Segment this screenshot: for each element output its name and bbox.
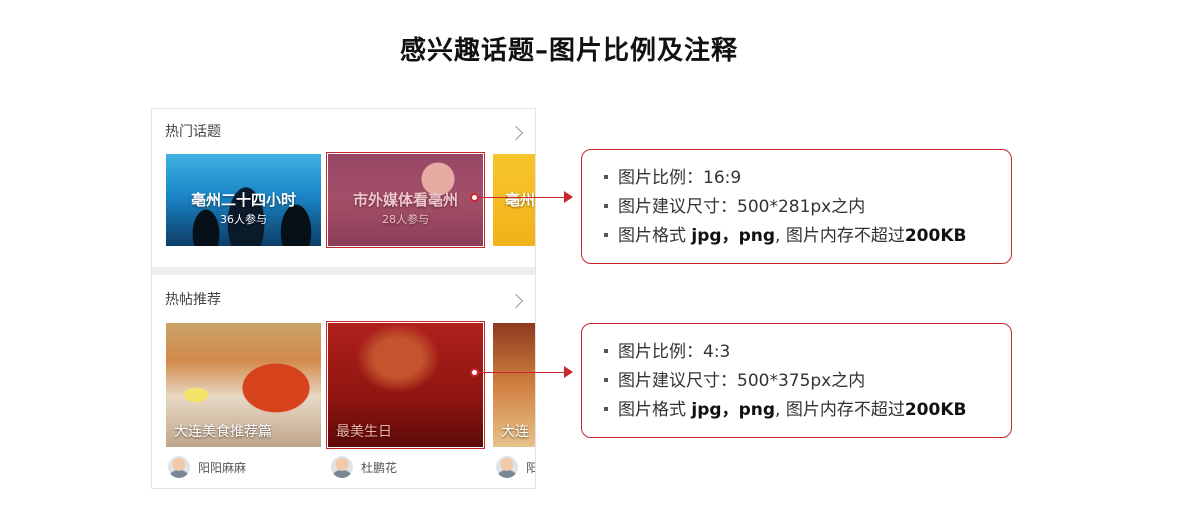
page-title: 感兴趣话题–图片比例及注释 bbox=[399, 36, 738, 66]
post-card-title: 大连 bbox=[501, 424, 529, 440]
post-card-3[interactable]: 大连 bbox=[493, 323, 535, 447]
spec-row-ratio: 图片比例：4:3 bbox=[604, 338, 1011, 367]
highlight-frame-post bbox=[326, 321, 485, 449]
bullet-icon bbox=[604, 232, 608, 237]
spec-row-format: 图片格式 jpg，png, 图片内存不超过200KB bbox=[604, 396, 1011, 425]
spec-row-size: 图片建议尺寸：500*281px之内 bbox=[604, 193, 1011, 222]
avatar bbox=[496, 456, 518, 478]
spec-row-ratio: 图片比例：16:9 bbox=[604, 164, 1011, 193]
post-author-1[interactable]: 阳阳麻麻 bbox=[168, 455, 246, 479]
hot-posts-heading: 热帖推荐 bbox=[165, 292, 221, 308]
hot-topics-heading: 热门话题 bbox=[165, 124, 221, 140]
connector-line bbox=[479, 372, 565, 373]
author-name: 杜鹏花 bbox=[361, 460, 398, 475]
connector-line bbox=[479, 197, 565, 198]
topic-tile-title: 亳州二十四小时 bbox=[190, 191, 296, 209]
highlight-frame-topic bbox=[326, 152, 485, 248]
connector-dot bbox=[470, 193, 479, 202]
spec-row-size: 图片建议尺寸：500*375px之内 bbox=[604, 367, 1011, 396]
bullet-icon bbox=[604, 348, 608, 353]
bullet-icon bbox=[604, 174, 608, 179]
avatar bbox=[331, 456, 353, 478]
post-card-1[interactable]: 大连美食推荐篇 bbox=[166, 323, 321, 447]
post-author-3[interactable]: 阳 bbox=[496, 455, 535, 479]
section-divider bbox=[152, 267, 535, 275]
post-card-title: 大连美食推荐篇 bbox=[174, 424, 272, 440]
bullet-icon bbox=[604, 406, 608, 411]
bullet-icon bbox=[604, 203, 608, 208]
avatar bbox=[168, 456, 190, 478]
topic-tile-3[interactable]: 亳州 bbox=[493, 154, 535, 246]
author-name: 阳阳麻麻 bbox=[198, 460, 247, 475]
topic-tile-title: 亳州 bbox=[505, 191, 535, 209]
arrow-right-icon bbox=[564, 191, 573, 203]
spec-box-posts: 图片比例：4:3 图片建议尺寸：500*375px之内 图片格式 jpg，png… bbox=[581, 323, 1012, 438]
chevron-right-icon[interactable] bbox=[508, 125, 524, 141]
bullet-icon bbox=[604, 377, 608, 382]
spec-row-format: 图片格式 jpg，png, 图片内存不超过200KB bbox=[604, 222, 1011, 251]
post-author-2[interactable]: 杜鹏花 bbox=[331, 455, 397, 479]
spec-box-topics: 图片比例：16:9 图片建议尺寸：500*281px之内 图片格式 jpg，pn… bbox=[581, 149, 1012, 264]
topic-tile-1[interactable]: 亳州二十四小时 36人参与 bbox=[166, 154, 321, 246]
topic-tile-count: 36人参与 bbox=[220, 213, 267, 226]
connector-dot bbox=[470, 368, 479, 377]
arrow-right-icon bbox=[564, 366, 573, 378]
chevron-right-icon[interactable] bbox=[508, 293, 524, 309]
author-name: 阳 bbox=[526, 459, 535, 476]
